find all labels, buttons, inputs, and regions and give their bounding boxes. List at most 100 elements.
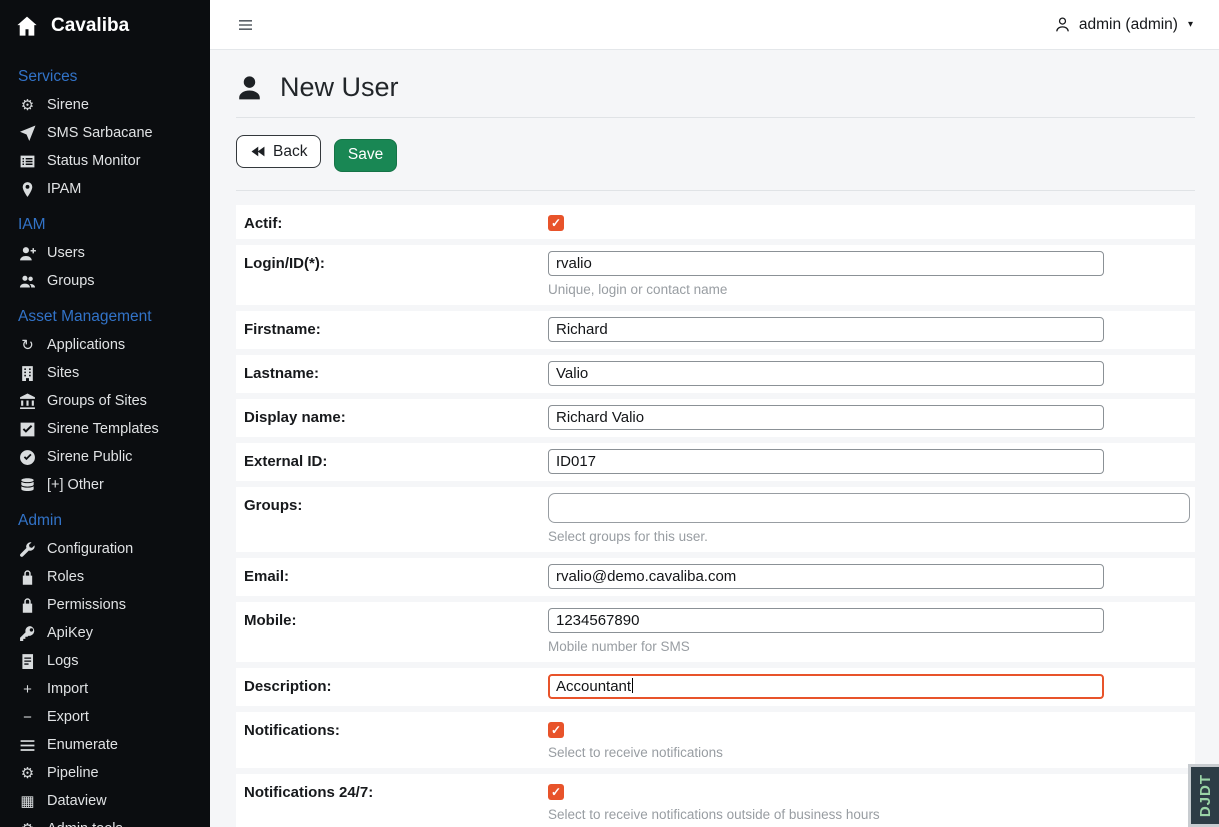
mobile-help-text: Mobile number for SMS	[548, 639, 1187, 655]
sidebar-item-label: Admin tools	[47, 821, 123, 827]
djdt-toolbar-handle[interactable]: DJDT	[1188, 764, 1219, 827]
actif-checkbox[interactable]: ✓	[548, 215, 564, 231]
form-row-email: Email:rvalio@demo.cavaliba.com	[236, 558, 1195, 596]
groups-label: Groups:	[244, 493, 548, 514]
sidebar-item-groups[interactable]: Groups	[0, 267, 210, 295]
sidebar-item-label: Sites	[47, 365, 79, 382]
description-control: Accountant	[548, 674, 1187, 699]
form-row-groups: Groups:Select groups for this user.	[236, 487, 1195, 552]
mobile-input[interactable]: 1234567890	[548, 608, 1104, 633]
sidebar-item-other[interactable]: [+] Other	[0, 471, 210, 499]
sidebar-item-label: Users	[47, 245, 85, 262]
sidebar-item-sms-sarbacane[interactable]: SMS Sarbacane	[0, 119, 210, 147]
form-row-notifications: Notifications:✓Select to receive notific…	[236, 712, 1195, 768]
actif-label: Actif:	[244, 211, 548, 232]
sidebar-item-label: Dataview	[47, 793, 107, 810]
email-input[interactable]: rvalio@demo.cavaliba.com	[548, 564, 1104, 589]
table-icon: ▦	[19, 793, 36, 810]
description-input[interactable]: Accountant	[548, 674, 1104, 699]
sidebar-item-label: Enumerate	[47, 737, 118, 754]
sidebar-item-label: Import	[47, 681, 88, 698]
firstname-control: Richard	[548, 317, 1187, 342]
save-button[interactable]: Save	[334, 139, 397, 172]
sidebar-item-label: Applications	[47, 337, 125, 354]
sidebar-item-label: Sirene Public	[47, 449, 132, 466]
form-row-mobile: Mobile:1234567890Mobile number for SMS	[236, 602, 1195, 662]
account-menu[interactable]: admin (admin) ▾	[1054, 16, 1193, 34]
sidebar-item-groups-of-sites[interactable]: Groups of Sites	[0, 387, 210, 415]
sidebar-item-enumerate[interactable]: Enumerate	[0, 731, 210, 759]
notifications-24-7-help-text: Select to receive notifications outside …	[548, 807, 1187, 823]
sidebar-item-applications[interactable]: ↻Applications	[0, 331, 210, 359]
external-id-control: ID017	[548, 449, 1187, 474]
firstname-input[interactable]: Richard	[548, 317, 1104, 342]
wrench-icon	[19, 541, 36, 558]
groups-help-text: Select groups for this user.	[548, 529, 1190, 545]
sidebar-item-label: [+] Other	[47, 477, 104, 494]
groups-control: Select groups for this user.	[548, 493, 1190, 545]
actif-control: ✓	[548, 211, 1187, 232]
sidebar-item-dataview[interactable]: ▦ Dataview	[0, 787, 210, 815]
sidebar-item-status-monitor[interactable]: Status Monitor	[0, 147, 210, 175]
external-id-input[interactable]: ID017	[548, 449, 1104, 474]
lock-icon	[19, 597, 36, 614]
sidebar-section-admin: Admin	[0, 499, 210, 535]
sidebar-section-services: Services	[0, 55, 210, 91]
plus-icon: +	[19, 681, 36, 698]
sidebar-item-import[interactable]: + Import	[0, 675, 210, 703]
database-icon	[19, 477, 36, 494]
sidebar-item-users[interactable]: Users	[0, 239, 210, 267]
display-name-control: Richard Valio	[548, 405, 1187, 430]
text-cursor	[632, 678, 633, 693]
sidebar-item-configuration[interactable]: Configuration	[0, 535, 210, 563]
notifications-24-7-checkbox[interactable]: ✓	[548, 784, 564, 800]
new-user-form: Actif:✓Login/ID(*):rvalioUnique, login o…	[236, 205, 1195, 827]
back-button-label: Back	[273, 143, 307, 161]
key-icon	[19, 625, 36, 642]
external-id-label: External ID:	[244, 449, 548, 470]
login-id-control: rvalioUnique, login or contact name	[548, 251, 1187, 298]
person-plus-icon	[19, 245, 36, 262]
firstname-label: Firstname:	[244, 317, 548, 338]
sidebar-item-label: Pipeline	[47, 765, 99, 782]
sidebar-item-pipeline[interactable]: ⚙Pipeline	[0, 759, 210, 787]
notifications-checkbox[interactable]: ✓	[548, 722, 564, 738]
save-button-label: Save	[348, 146, 383, 164]
display-name-input[interactable]: Richard Valio	[548, 405, 1104, 430]
sidebar-item-logs[interactable]: Logs	[0, 647, 210, 675]
groups-input[interactable]	[548, 493, 1190, 523]
sidebar-item-permissions[interactable]: Permissions	[0, 591, 210, 619]
form-row-actif: Actif:✓	[236, 205, 1195, 239]
home-icon	[16, 15, 38, 37]
djdt-label: DJDT	[1197, 774, 1214, 817]
page-header: New User	[236, 64, 1195, 117]
person-outline-icon	[1054, 16, 1071, 33]
brand[interactable]: Cavaliba	[0, 0, 210, 55]
lastname-input[interactable]: Valio	[548, 361, 1104, 386]
mobile-control: 1234567890 Mobile number for SMS	[548, 608, 1187, 655]
sidebar-item-export[interactable]: −Export	[0, 703, 210, 731]
form-row-firstname: Firstname:Richard	[236, 311, 1195, 349]
gear-fill-icon: ⚙	[19, 821, 36, 827]
topbar: admin (admin) ▾	[210, 0, 1219, 50]
sidebar-item-label: Sirene	[47, 97, 89, 114]
sidebar-section-iam: IAM	[0, 203, 210, 239]
sidebar-item-apikey[interactable]: ApiKey	[0, 619, 210, 647]
sidebar-nav: Services⚙SireneSMS SarbacaneStatus Monit…	[0, 55, 210, 827]
sidebar-item-sites[interactable]: Sites	[0, 359, 210, 387]
bank-icon	[19, 393, 36, 410]
form-row-notifications-24-7: Notifications 24/7:✓Select to receive no…	[236, 774, 1195, 827]
sidebar-item-ipam[interactable]: IPAM	[0, 175, 210, 203]
hamburger-menu-icon[interactable]	[236, 17, 255, 33]
sidebar-item-sirene[interactable]: ⚙Sirene	[0, 91, 210, 119]
back-button[interactable]: Back	[236, 135, 321, 168]
sidebar-item-label: Status Monitor	[47, 153, 141, 170]
login-id-input[interactable]: rvalio	[548, 251, 1104, 276]
sidebar-item-sirene-templates[interactable]: Sirene Templates	[0, 415, 210, 443]
sidebar-item-sirene-public[interactable]: Sirene Public	[0, 443, 210, 471]
sidebar-item-admin-tools[interactable]: ⚙ Admin tools	[0, 815, 210, 827]
display-name-label: Display name:	[244, 405, 548, 426]
login-id-label: Login/ID(*):	[244, 251, 548, 272]
lastname-control: Valio	[548, 361, 1187, 386]
sidebar-item-roles[interactable]: Roles	[0, 563, 210, 591]
